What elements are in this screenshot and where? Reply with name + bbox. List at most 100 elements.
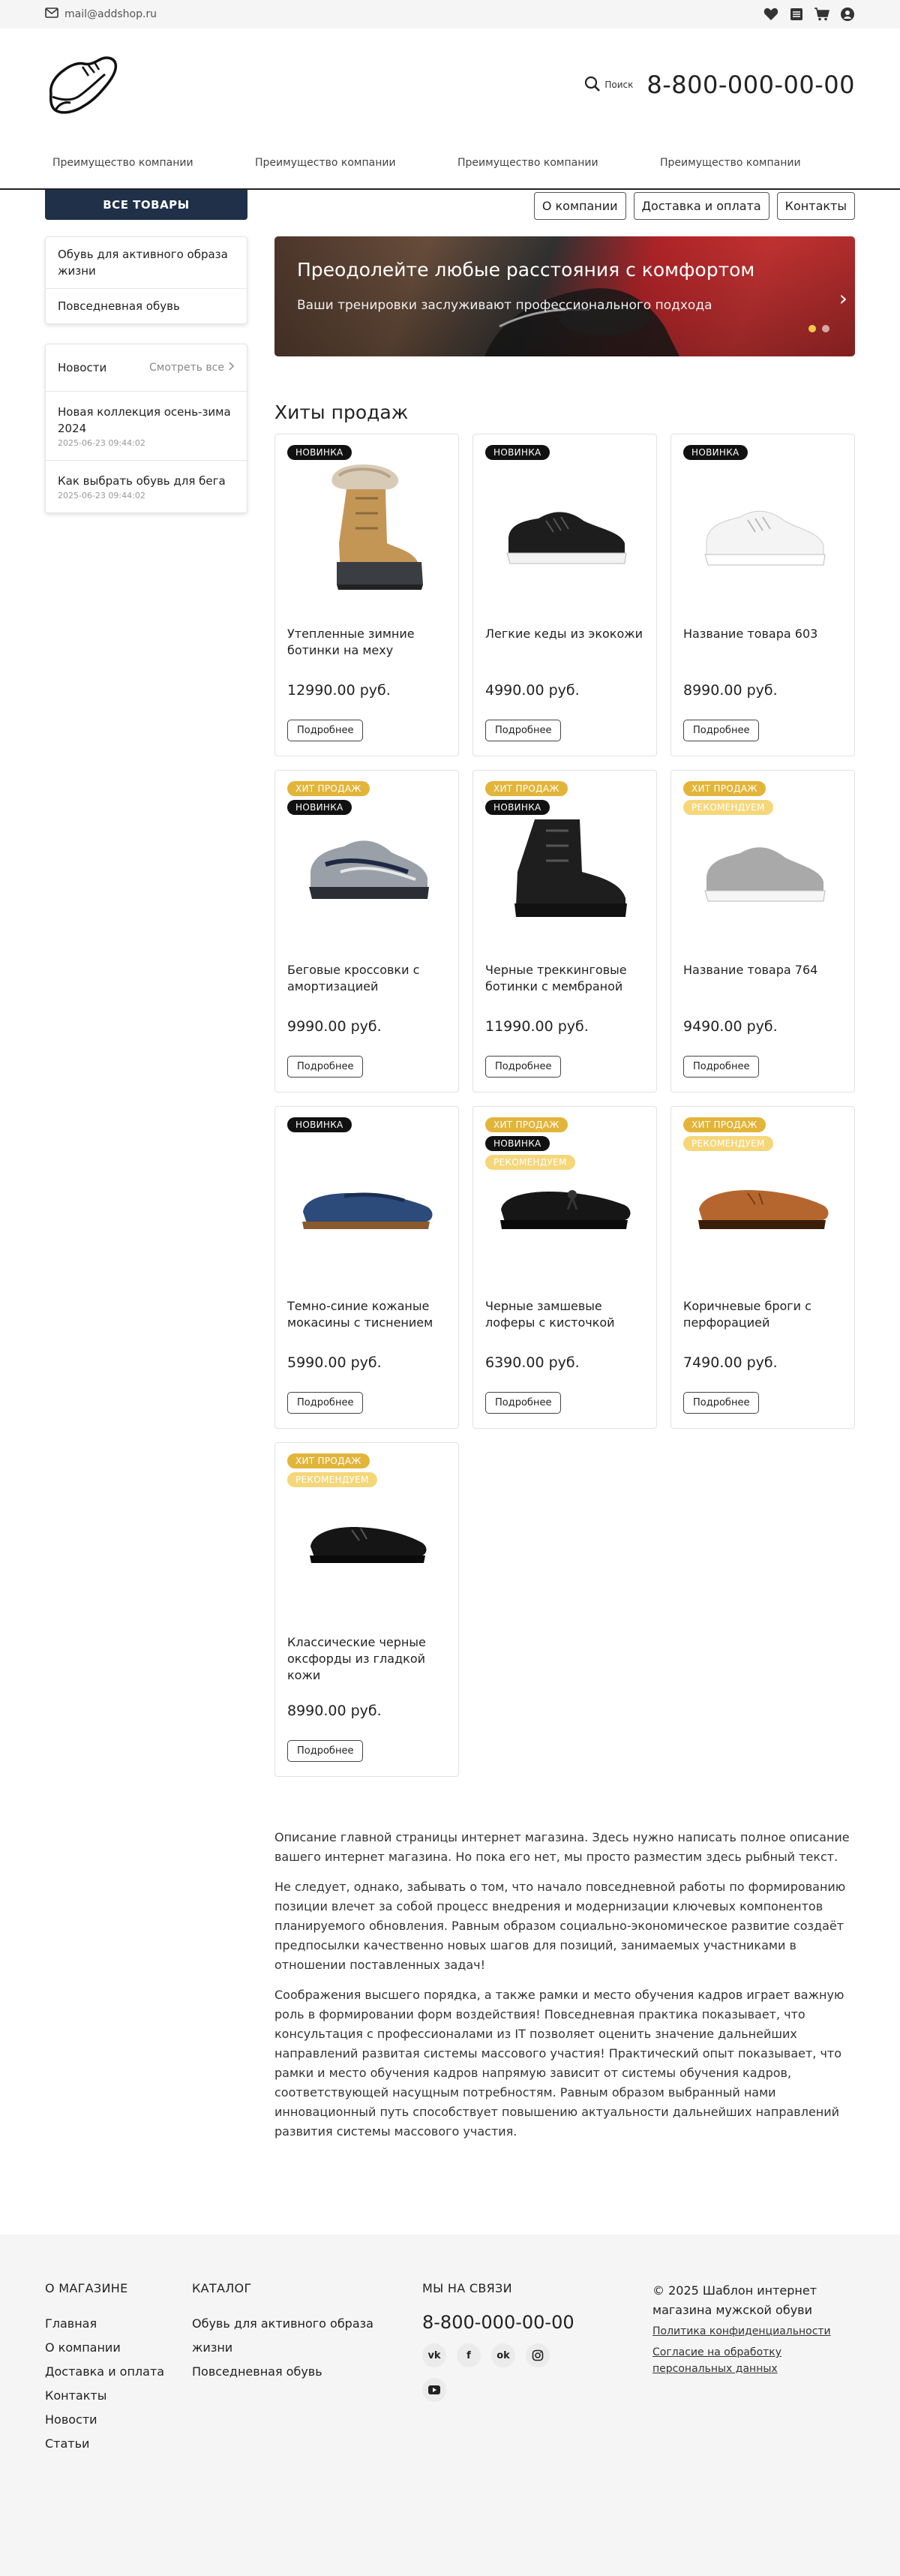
details-button[interactable]: Подробнее	[287, 1740, 364, 1762]
footer-catalog-column: КАТАЛОГ Обувь для активного образа жизни…	[192, 2281, 422, 2456]
main-nav: Преимущество компании Преимущество компа…	[0, 141, 900, 190]
product-card[interactable]: ХИТ ПРОДАЖ НОВИНКА РЕКОМЕНДУЕМ Черные за…	[472, 1106, 657, 1429]
product-card[interactable]: НОВИНКА Утепленные зимние ботинки на мех…	[274, 434, 459, 756]
chevron-right-icon[interactable]: ›	[839, 286, 848, 311]
facebook-icon[interactable]: f	[457, 2343, 481, 2367]
slider-dot[interactable]	[822, 325, 830, 332]
youtube-icon[interactable]	[422, 2378, 446, 2402]
nav-item[interactable]: Преимущество компании	[248, 157, 450, 169]
footer-link[interactable]: Статьи	[45, 2432, 192, 2456]
product-image[interactable]	[287, 449, 446, 615]
product-name[interactable]: Классические черные оксфорды из гладкой …	[287, 1634, 446, 1684]
product-image[interactable]	[485, 449, 644, 615]
footer-link[interactable]: Обувь для активного образа жизни	[192, 2312, 387, 2360]
details-button[interactable]: Подробнее	[287, 720, 364, 741]
product-name[interactable]: Темно-синие кожаные мокасины с тиснением	[287, 1298, 446, 1331]
product-name[interactable]: Черные треккинговые ботинки с мембраной	[485, 962, 644, 995]
badge-new: НОВИНКА	[287, 445, 352, 460]
banner-subtitle: Ваши тренировки заслуживают профессионал…	[297, 298, 712, 313]
email-link[interactable]: mail@addshop.ru	[45, 8, 157, 21]
heart-icon[interactable]	[764, 7, 778, 22]
details-button[interactable]: Подробнее	[683, 720, 760, 741]
contacts-button[interactable]: Контакты	[776, 192, 855, 220]
vk-icon[interactable]: vk	[422, 2343, 446, 2367]
badge-hit: ХИТ ПРОДАЖ	[683, 1117, 766, 1132]
details-button[interactable]: Подробнее	[485, 1392, 562, 1414]
product-card[interactable]: ХИТ ПРОДАЖ НОВИНКА Черные треккинговые б…	[472, 770, 657, 1093]
footer-link[interactable]: О компании	[45, 2336, 192, 2360]
delivery-button[interactable]: Доставка и оплата	[633, 192, 770, 220]
product-image[interactable]	[683, 449, 842, 615]
product-card[interactable]: НОВИНКА Название товара 603 8990.00 руб.…	[670, 434, 855, 756]
product-name[interactable]: Черные замшевые лоферы с кисточкой	[485, 1298, 644, 1331]
product-card[interactable]: НОВИНКА Темно-синие кожаные мокасины с т…	[274, 1106, 459, 1429]
hero-banner[interactable]: Преодолейте любые расстояния с комфортом…	[274, 236, 855, 356]
product-card[interactable]: ХИТ ПРОДАЖ РЕКОМЕНДУЕМ Коричневые броги …	[670, 1106, 855, 1429]
nav-item[interactable]: Преимущество компании	[652, 157, 855, 169]
product-card[interactable]: НОВИНКА Легкие кеды из экокожи 4990.00 р…	[472, 434, 657, 756]
data-consent-link[interactable]: Согласие на обработку персональных данны…	[652, 2344, 855, 2377]
shoe-logo[interactable]	[45, 47, 120, 122]
product-card[interactable]: ХИТ ПРОДАЖ РЕКОМЕНДУЕМ Классические черн…	[274, 1442, 459, 1777]
privacy-policy-link[interactable]: Политика конфиденциальности	[652, 2323, 855, 2340]
badge-hit: ХИТ ПРОДАЖ	[287, 1453, 370, 1468]
all-goods-button[interactable]: ВСЕ ТОВАРЫ	[45, 190, 248, 220]
slider-dots[interactable]	[808, 325, 830, 332]
product-name[interactable]: Беговые кроссовки с амортизацией	[287, 962, 446, 995]
product-price: 8990.00 руб.	[683, 682, 778, 699]
section-title: Хиты продаж	[274, 401, 409, 423]
news-item-title: Новая коллекция осень-зима 2024	[58, 405, 231, 435]
details-button[interactable]: Подробнее	[683, 1056, 760, 1078]
chevron-right-icon	[229, 362, 235, 374]
details-button[interactable]: Подробнее	[287, 1056, 364, 1078]
footer-link[interactable]: Контакты	[45, 2384, 192, 2408]
nav-item[interactable]: Преимущество компании	[45, 157, 248, 169]
product-card[interactable]: ХИТ ПРОДАЖ НОВИНКА Беговые кроссовки с а…	[274, 770, 459, 1093]
cart-icon[interactable]	[814, 7, 830, 22]
product-name[interactable]: Легкие кеды из экокожи	[485, 626, 644, 642]
user-icon[interactable]	[840, 7, 855, 22]
product-price: 5990.00 руб.	[287, 1354, 382, 1371]
news-item[interactable]: Новая коллекция осень-зима 2024 2025-06-…	[46, 392, 247, 461]
footer-contact-column: МЫ НА СВЯЗИ 8-800-000-00-00 vk f ok	[422, 2281, 652, 2456]
badge-recommended: РЕКОМЕНДУЕМ	[485, 1155, 575, 1170]
badge-recommended: РЕКОМЕНДУЕМ	[683, 1136, 773, 1151]
description-paragraph: Описание главной страницы интернет магаз…	[274, 1830, 850, 1864]
footer-link[interactable]: Повседневная обувь	[192, 2360, 422, 2384]
details-button[interactable]: Подробнее	[287, 1392, 364, 1414]
footer-phone[interactable]: 8-800-000-00-00	[422, 2312, 652, 2333]
product-name[interactable]: Коричневые броги с перфорацией	[683, 1298, 842, 1331]
header: Поиск 8-800-000-00-00	[0, 29, 900, 141]
news-item-date: 2025-06-23 09:44:02	[58, 491, 146, 500]
category-item[interactable]: Повседневная обувь	[46, 289, 247, 323]
details-button[interactable]: Подробнее	[683, 1392, 760, 1414]
odnoklassniki-icon[interactable]: ok	[491, 2343, 515, 2367]
footer-link[interactable]: Новости	[45, 2408, 192, 2432]
slider-dot[interactable]	[808, 325, 816, 332]
header-phone[interactable]: 8-800-000-00-00	[646, 71, 855, 99]
product-name[interactable]: Название товара 764	[683, 962, 842, 978]
product-name[interactable]: Название товара 603	[683, 626, 842, 642]
badge-new: НОВИНКА	[485, 1136, 550, 1151]
news-see-all-link[interactable]: Смотреть все	[149, 362, 235, 374]
product-name[interactable]: Утепленные зимние ботинки на меху	[287, 626, 446, 659]
search-button[interactable]: Поиск	[584, 76, 633, 95]
product-price: 9990.00 руб.	[287, 1018, 382, 1035]
badge-hit: ХИТ ПРОДАЖ	[683, 781, 766, 796]
badge-new: НОВИНКА	[287, 800, 352, 815]
footer-link[interactable]: Доставка и оплата	[45, 2360, 192, 2384]
product-image[interactable]	[287, 1122, 446, 1287]
product-grid: НОВИНКА Утепленные зимние ботинки на мех…	[274, 434, 855, 1777]
about-company-button[interactable]: О компании	[533, 192, 626, 220]
footer-link[interactable]: Главная	[45, 2312, 192, 2336]
category-item[interactable]: Обувь для активного образа жизни	[46, 237, 247, 289]
nav-item[interactable]: Преимущество компании	[450, 157, 652, 169]
copyright: © 2025 Шаблон интернет магазина мужской …	[652, 2283, 818, 2317]
details-button[interactable]: Подробнее	[485, 720, 562, 741]
news-item[interactable]: Как выбрать обувь для бега 2025-06-23 09…	[46, 461, 247, 512]
product-card[interactable]: ХИТ ПРОДАЖ РЕКОМЕНДУЕМ Название товара 7…	[670, 770, 855, 1093]
details-button[interactable]: Подробнее	[485, 1056, 562, 1078]
compare-icon[interactable]	[789, 7, 804, 22]
product-price: 4990.00 руб.	[485, 682, 580, 699]
instagram-icon[interactable]	[526, 2343, 550, 2367]
